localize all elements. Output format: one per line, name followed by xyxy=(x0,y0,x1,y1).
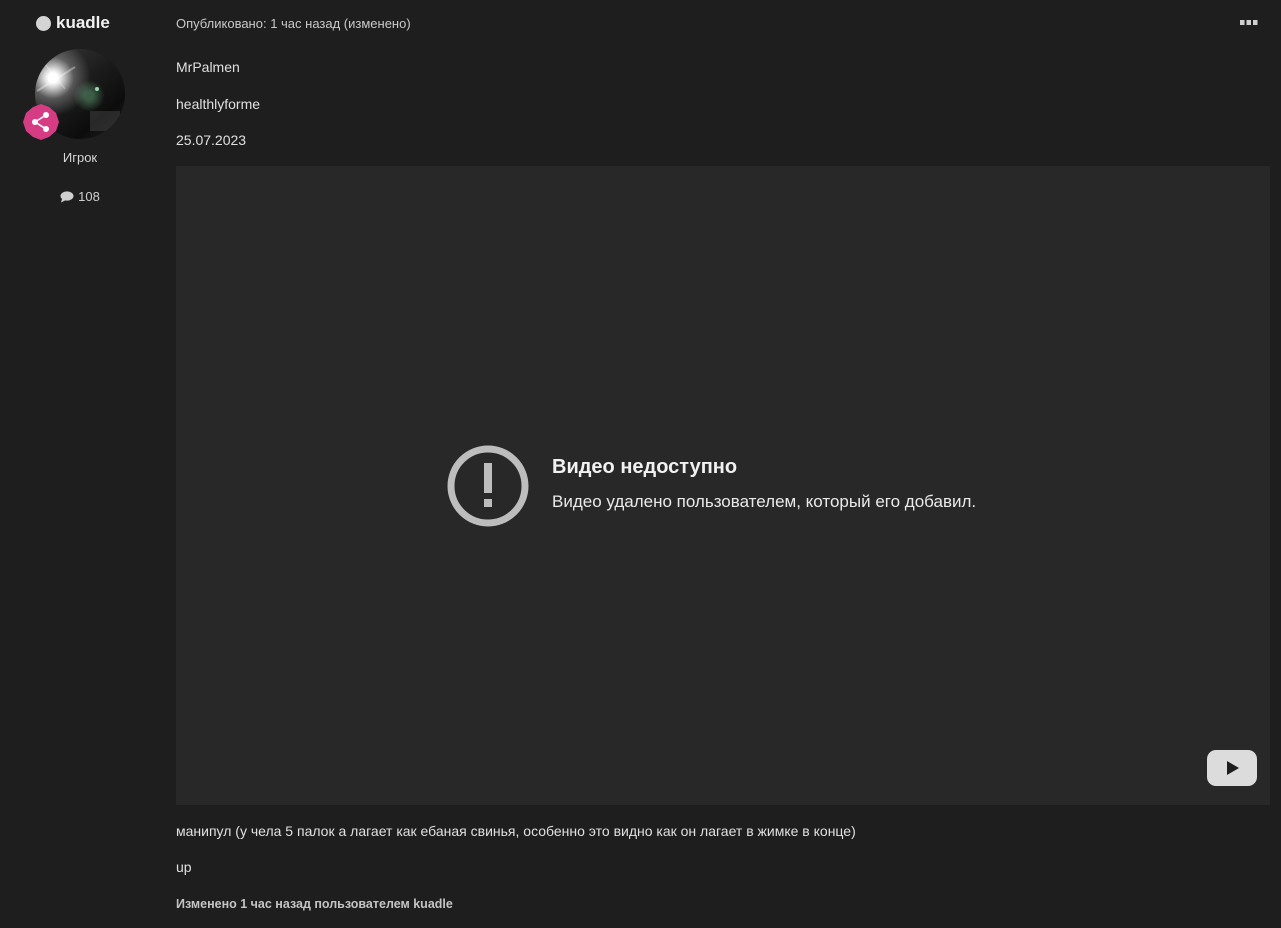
video-error-title: Видео недоступно xyxy=(552,456,738,478)
video-error-text: Видео удалено пользователем, который его… xyxy=(552,492,977,511)
author-name-link[interactable]: kuadle xyxy=(36,12,110,34)
author-panel: kuadle Игрок 108 xyxy=(0,0,160,928)
ellipsis-icon xyxy=(1240,20,1258,25)
forum-post: kuadle Игрок 108 Опубликовано: 1 час наз… xyxy=(0,0,1281,928)
post-text-line: healthlyforme xyxy=(176,96,261,112)
youtube-play-icon[interactable] xyxy=(1207,750,1257,786)
post-count-value: 108 xyxy=(78,189,100,204)
post-text-line: up xyxy=(176,859,192,875)
post-text-line: манипул (у чела 5 палок а лагает как еба… xyxy=(176,823,856,839)
post-text-line: MrPalmen xyxy=(176,59,240,75)
online-status-icon xyxy=(36,15,51,31)
exclamation-circle-icon xyxy=(447,445,529,527)
youtube-embed[interactable]: Видео недоступно Видео удалено пользоват… xyxy=(176,166,1270,805)
post-options-button[interactable] xyxy=(1239,14,1259,32)
author-post-count[interactable]: 108 xyxy=(0,189,160,204)
share-icon xyxy=(23,104,59,140)
edited-note: Изменено 1 час назад пользователем kuadl… xyxy=(176,897,453,911)
post-text-line: 25.07.2023 xyxy=(176,132,247,148)
post-date-meta[interactable]: Опубликовано: 1 час назад (изменено) xyxy=(176,16,411,31)
author-name[interactable]: kuadle xyxy=(56,13,110,33)
comment-icon xyxy=(60,190,74,202)
author-rank-title: Игрок xyxy=(62,150,98,165)
